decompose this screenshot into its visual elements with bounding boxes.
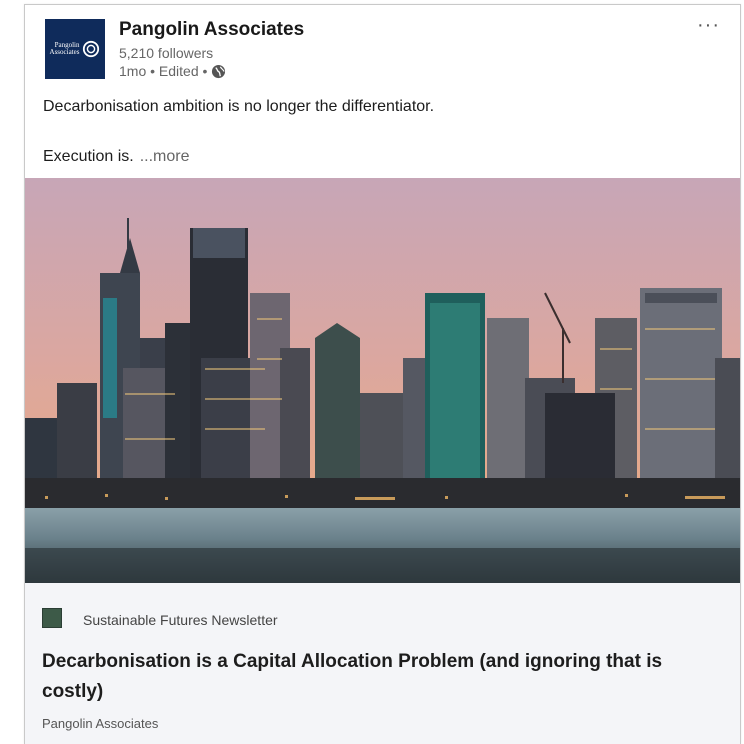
see-more-link[interactable]: ...more — [140, 148, 190, 165]
post-time: 1mo • Edited • — [119, 63, 208, 79]
article-title[interactable]: Decarbonisation is a Capital Allocation … — [42, 647, 722, 707]
post-text-line1: Decarbonisation ambition is no longer th… — [43, 98, 435, 115]
city-skyline-image — [25, 178, 740, 583]
logo-text: Pangolin Associates — [49, 41, 80, 56]
post-text-line2: Execution is. ...more — [43, 148, 190, 166]
article-footer[interactable]: Sustainable Futures Newsletter Decarboni… — [25, 583, 740, 744]
post-text-execution: Execution is. — [43, 148, 134, 165]
article-image[interactable] — [25, 178, 740, 583]
newsletter-thumbnail — [42, 608, 62, 628]
article-author[interactable]: Pangolin Associates — [42, 716, 158, 731]
post-header: Pangolin Associates Pangolin Associates … — [25, 5, 740, 85]
newsletter-name[interactable]: Sustainable Futures Newsletter — [83, 612, 278, 628]
follower-count: 5,210 followers — [119, 45, 214, 61]
company-logo[interactable]: Pangolin Associates — [45, 19, 105, 79]
globe-icon — [212, 64, 226, 78]
more-options-button[interactable]: ··· — [697, 15, 720, 35]
post-card: Pangolin Associates Pangolin Associates … — [24, 4, 741, 744]
pangolin-logo-icon — [83, 40, 100, 58]
company-name[interactable]: Pangolin Associates — [119, 19, 304, 41]
post-meta: 1mo • Edited • — [119, 63, 226, 79]
